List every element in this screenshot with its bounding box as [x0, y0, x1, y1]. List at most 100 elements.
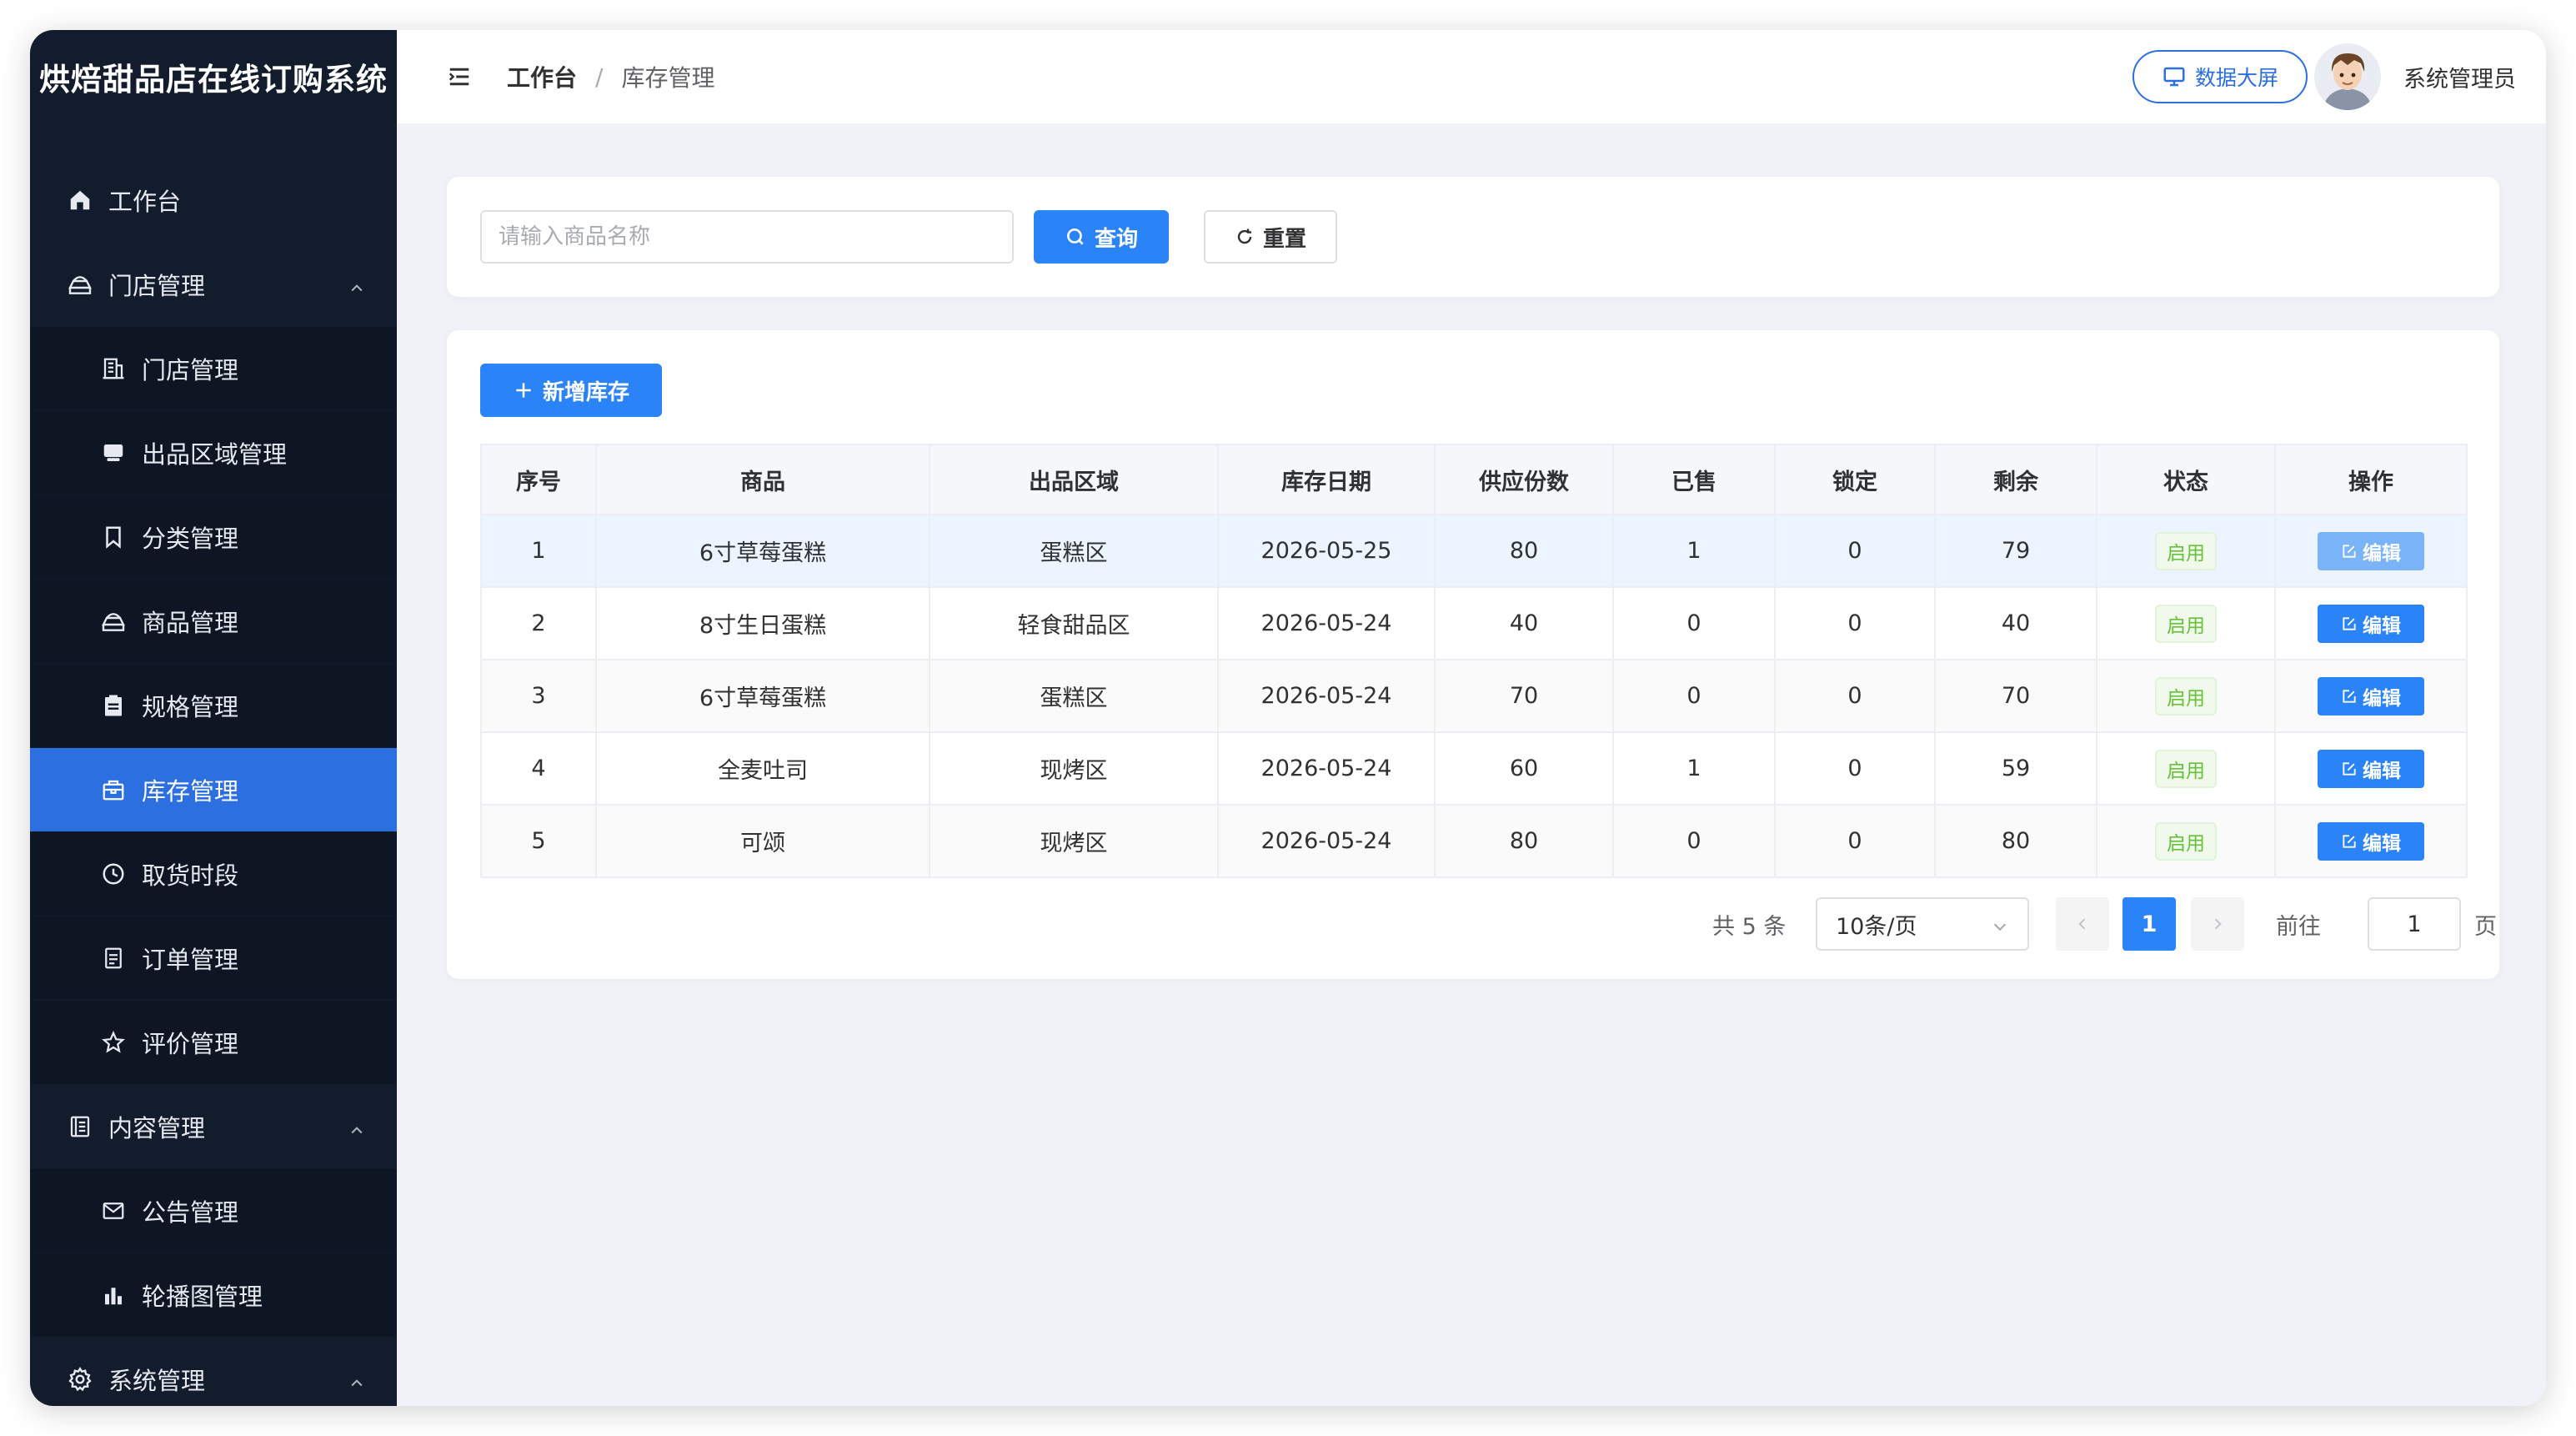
- sidebar-item-area[interactable]: 出品区域管理: [30, 411, 397, 495]
- sidebar-item-label: 轮播图管理: [142, 1283, 263, 1311]
- cell-product: 6寸草莓蛋糕: [595, 659, 930, 733]
- edit-label: 编辑: [2363, 687, 2401, 710]
- sidebar-item-label: 出品区域管理: [142, 440, 288, 469]
- sidebar-group-store[interactable]: 门店管理: [30, 243, 397, 326]
- edit-button[interactable]: 编辑: [2318, 604, 2424, 643]
- bookmark-icon: [97, 520, 130, 554]
- query-button[interactable]: 查询: [1034, 210, 1169, 264]
- sidebar-item-dashboard[interactable]: 工作台: [30, 158, 397, 242]
- refresh-icon: [1235, 227, 1255, 247]
- column-header: 剩余: [1934, 444, 2097, 515]
- edit-label: 编辑: [2363, 760, 2401, 782]
- cell-remaining: 59: [1934, 731, 2097, 806]
- sidebar-group-content[interactable]: 内容管理: [30, 1085, 397, 1168]
- sidebar-item-label: 规格管理: [142, 693, 239, 721]
- mail-icon: [97, 1194, 130, 1228]
- cell-date: 2026-05-25: [1217, 514, 1436, 588]
- sidebar-item-announcements[interactable]: 公告管理: [30, 1169, 397, 1253]
- sidebar-item-reviews[interactable]: 评价管理: [30, 1001, 397, 1084]
- chevron-left-icon: [2074, 916, 2091, 932]
- sidebar-item-carousel[interactable]: 轮播图管理: [30, 1253, 397, 1337]
- edit-button[interactable]: 编辑: [2318, 531, 2424, 570]
- cell-status: 启用: [2096, 514, 2276, 588]
- pagination-total: 共 5 条: [1712, 913, 1787, 940]
- breadcrumb-home[interactable]: 工作台: [507, 60, 577, 93]
- cell-status: 启用: [2096, 659, 2276, 733]
- goto-page-input[interactable]: [2368, 897, 2461, 951]
- building-icon: [97, 352, 130, 385]
- cell-remaining: 70: [1934, 659, 2097, 733]
- table-header-row: 序号 商品 出品区域 库存日期 供应份数 已售 锁定 剩余 状态 操作: [480, 444, 2468, 515]
- sidebar-item-label: 库存管理: [142, 777, 239, 806]
- app-title: 烘焙甜品店在线订购系统: [39, 62, 388, 98]
- sidebar-item-label: 订单管理: [142, 946, 239, 974]
- store-icon: [63, 268, 97, 301]
- data-screen-button[interactable]: 数据大屏: [2132, 50, 2308, 103]
- sidebar-item-store-manage[interactable]: 门店管理: [30, 327, 397, 410]
- sidebar-group-system[interactable]: 系统管理: [30, 1338, 397, 1406]
- cell-actions: 编辑: [2274, 731, 2468, 806]
- search-input[interactable]: [480, 210, 1014, 264]
- app-window: 烘焙甜品店在线订购系统 工作台 门店管理 门店管理 出品区域管理 分类管理 商品…: [30, 30, 2546, 1406]
- cell-supply: 70: [1434, 659, 1614, 733]
- cell-locked: 0: [1774, 514, 1936, 588]
- cell-supply: 40: [1434, 586, 1614, 660]
- sidebar-item-pickup-time[interactable]: 取货时段: [30, 832, 397, 916]
- table-row: 3 6寸草莓蛋糕 蛋糕区 2026-05-24 70 0 0 70 启用 编辑: [480, 659, 2468, 733]
- document-icon: [97, 941, 130, 975]
- sidebar-item-inventory[interactable]: 库存管理: [30, 748, 397, 831]
- cell-product: 全麦吐司: [595, 731, 930, 806]
- chevron-up-icon: [348, 274, 365, 303]
- clock-icon: [97, 857, 130, 891]
- cell-sold: 0: [1612, 804, 1776, 878]
- sidebar-item-spec[interactable]: 规格管理: [30, 664, 397, 747]
- status-badge: 启用: [2155, 531, 2217, 570]
- add-inventory-button[interactable]: 新增库存: [480, 364, 662, 417]
- edit-button[interactable]: 编辑: [2318, 821, 2424, 861]
- edit-icon: [2341, 543, 2358, 560]
- sidebar-item-label: 工作台: [108, 188, 182, 216]
- sidebar-item-label: 系统管理: [108, 1367, 206, 1395]
- cell-locked: 0: [1774, 804, 1936, 878]
- reset-label: 重置: [1262, 226, 1306, 252]
- cell-remaining: 79: [1934, 514, 2097, 588]
- notebook-icon: [63, 1110, 97, 1143]
- prev-page-button[interactable]: [2056, 897, 2109, 951]
- column-header: 库存日期: [1217, 444, 1436, 515]
- search-panel: 查询 重置: [447, 177, 2499, 297]
- edit-button[interactable]: 编辑: [2318, 749, 2424, 788]
- cell-locked: 0: [1774, 731, 1936, 806]
- sidebar-item-orders[interactable]: 订单管理: [30, 916, 397, 1000]
- page-number-button[interactable]: 1: [2122, 897, 2176, 951]
- cell-actions: 编辑: [2274, 659, 2468, 733]
- cell-remaining: 80: [1934, 804, 2097, 878]
- breadcrumb-current: 库存管理: [621, 64, 715, 92]
- edit-icon: [2341, 833, 2358, 850]
- edit-label: 编辑: [2363, 542, 2401, 565]
- sidebar-item-label: 门店管理: [142, 356, 239, 384]
- cell-sold: 0: [1612, 659, 1776, 733]
- cell-supply: 80: [1434, 514, 1614, 588]
- page-size-select[interactable]: 10条/页: [1816, 897, 2029, 951]
- cell-product: 可颂: [595, 804, 930, 878]
- edit-icon: [2341, 688, 2358, 705]
- column-header: 状态: [2096, 444, 2276, 515]
- sidebar-item-product[interactable]: 商品管理: [30, 580, 397, 663]
- cell-sold: 1: [1612, 731, 1776, 806]
- menu-toggle-icon[interactable]: [445, 63, 474, 91]
- reset-button[interactable]: 重置: [1204, 210, 1337, 264]
- bar-chart-icon: [97, 1278, 130, 1312]
- cell-index: 1: [480, 514, 597, 588]
- cell-index: 4: [480, 731, 597, 806]
- edit-button[interactable]: 编辑: [2318, 676, 2424, 715]
- page-size-value: 10条/页: [1836, 913, 1917, 940]
- cell-area: 蛋糕区: [929, 659, 1219, 733]
- column-header: 已售: [1612, 444, 1776, 515]
- sidebar-item-category[interactable]: 分类管理: [30, 495, 397, 579]
- avatar[interactable]: [2314, 43, 2381, 110]
- table-row: 2 8寸生日蛋糕 轻食甜品区 2026-05-24 40 0 0 40 启用 编…: [480, 586, 2468, 660]
- username[interactable]: 系统管理员: [2403, 30, 2516, 123]
- cell-sold: 0: [1612, 586, 1776, 660]
- status-badge: 启用: [2155, 676, 2217, 715]
- next-page-button[interactable]: [2191, 897, 2244, 951]
